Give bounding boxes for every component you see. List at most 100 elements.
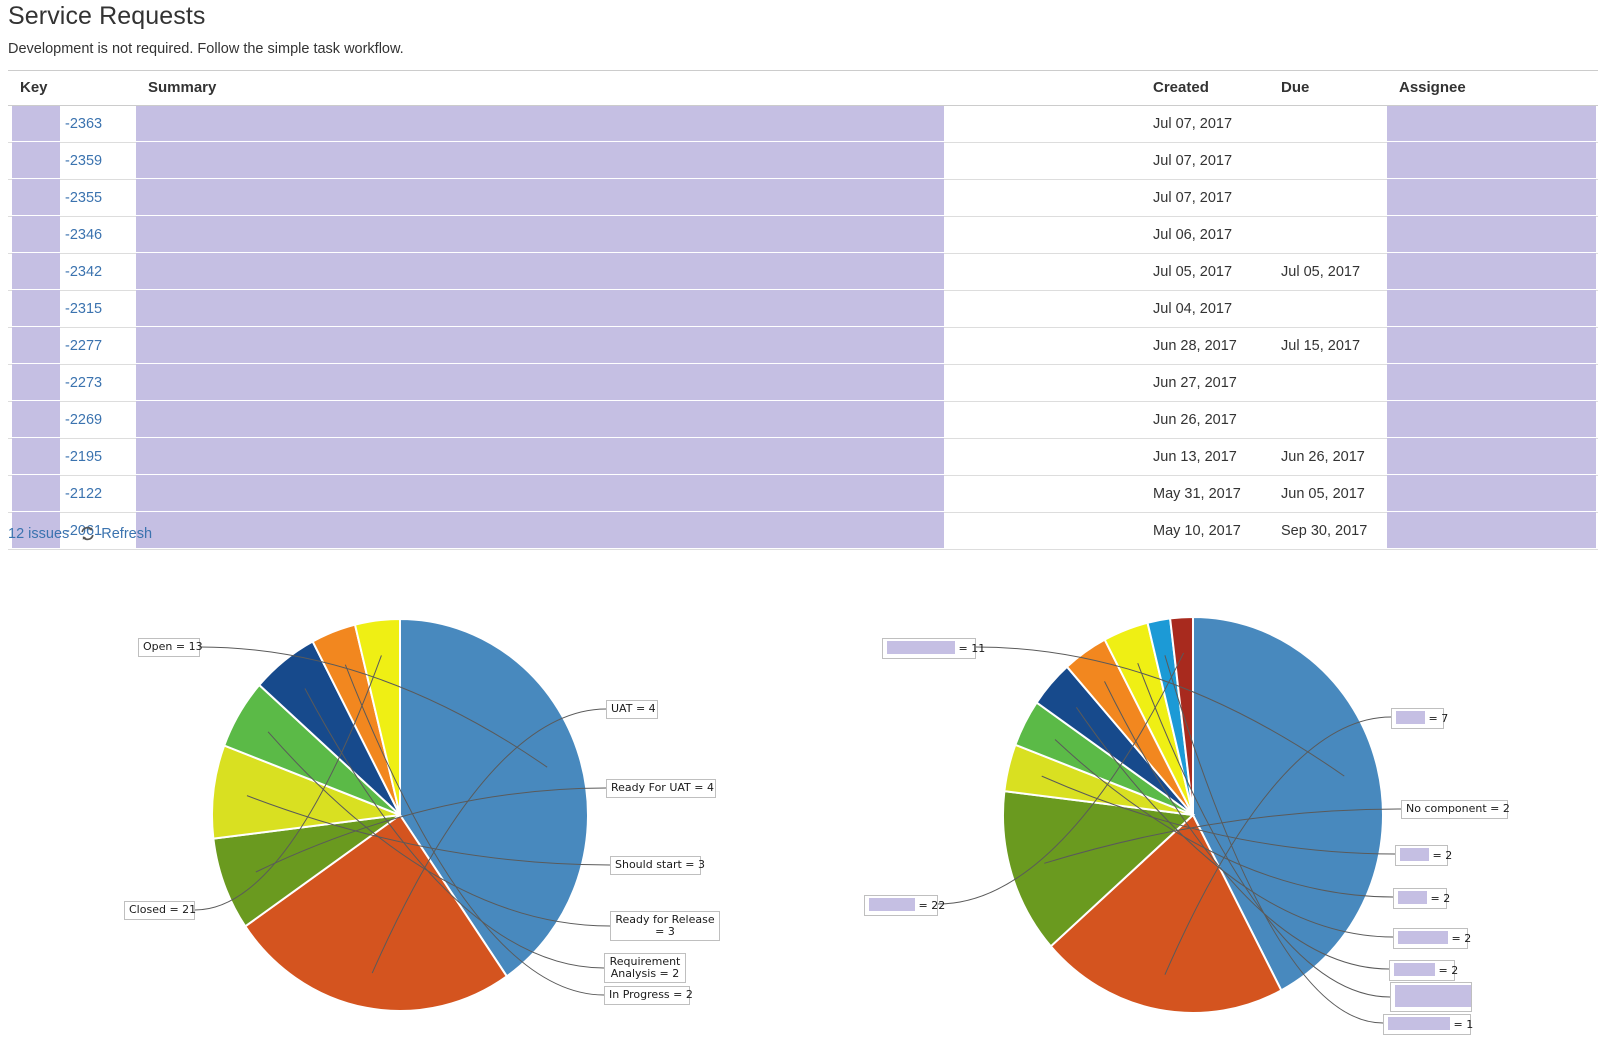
cell-summary[interactable] [136,216,1141,254]
cell-due [1269,364,1387,402]
cell-summary[interactable] [136,327,1141,365]
column-header-summary[interactable]: Summary [136,70,1141,106]
cell-due: Jun 05, 2017 [1269,475,1387,513]
cell-summary[interactable] [136,105,1141,143]
table-row[interactable]: -2342 Jul 05, 2017 Jul 05, 2017 [8,253,1598,291]
cell-key[interactable]: -2273 [8,364,136,402]
issue-key-link[interactable]: -2315 [65,301,102,317]
cell-summary[interactable] [136,438,1141,476]
cell-assignee [1387,327,1598,365]
cell-key[interactable]: -2359 [8,142,136,180]
cell-summary[interactable] [136,364,1141,402]
cell-summary[interactable] [136,179,1141,217]
redaction-block-key [12,253,60,289]
column-header-key[interactable]: Key [8,70,136,106]
cell-created: Jul 06, 2017 [1141,216,1269,254]
cell-due [1269,216,1387,254]
cell-key[interactable]: -2195 [8,438,136,476]
issue-key-link[interactable]: -2122 [65,486,102,502]
redaction-block-key [12,216,60,252]
redaction-block-summary [136,216,944,252]
cell-assignee [1387,216,1598,254]
issue-key-link[interactable]: -2277 [65,338,102,354]
pie-slice-label: Requirement Analysis = 2 [604,953,686,983]
redaction-block-assignee [1387,290,1596,326]
redaction-block-label [1388,1017,1450,1030]
pie-slice-label: Closed = 21 [124,901,196,920]
table-row[interactable]: -2355 Jul 07, 2017 [8,179,1598,217]
cell-created: Jul 07, 2017 [1141,179,1269,217]
pie-slice-label: Should start = 3 [610,856,705,875]
redaction-block-key [12,438,60,474]
issue-key-link[interactable]: -2355 [65,190,102,206]
refresh-icon [79,525,96,542]
redaction-block-summary [136,290,944,326]
cell-created: Jul 04, 2017 [1141,290,1269,328]
cell-created: Jun 28, 2017 [1141,327,1269,365]
cell-summary[interactable] [136,475,1141,513]
redaction-block-label [1394,963,1435,976]
pie-slice-label: = 2 [1393,928,1471,949]
cell-summary[interactable] [136,401,1141,439]
cell-key[interactable]: -2315 [8,290,136,328]
refresh-button[interactable]: Refresh [79,525,152,542]
issue-key-link[interactable]: -2363 [65,116,102,132]
issue-key-link[interactable]: -2359 [65,153,102,169]
cell-created: Jun 13, 2017 [1141,438,1269,476]
cell-summary[interactable] [136,512,1141,550]
pie-slice-label: = 22 [864,895,945,916]
redaction-block-summary [136,142,944,178]
issue-key-link[interactable]: -2346 [65,227,102,243]
table-row[interactable]: -2359 Jul 07, 2017 [8,142,1598,180]
table-row[interactable]: -2061 May 10, 2017 Sep 30, 2017 [8,512,1598,550]
cell-key[interactable]: -2346 [8,216,136,254]
pie-slice-label: Ready For UAT = 4 [606,779,716,798]
table-row[interactable]: -2315 Jul 04, 2017 [8,290,1598,328]
redaction-block-summary [136,438,944,474]
table-row[interactable]: -2273 Jun 27, 2017 [8,364,1598,402]
table-row[interactable]: -2277 Jun 28, 2017 Jul 15, 2017 [8,327,1598,365]
pie-slice-label: = 1 [1383,1014,1473,1035]
issues-table: Key Summary Created Due Assignee -2363 Ju… [8,70,1598,550]
service-requests-page: Service Requests Development is not requ… [0,0,1606,1052]
cell-assignee [1387,401,1598,439]
column-header-assignee[interactable]: Assignee [1387,70,1598,106]
redaction-block-label [869,898,915,911]
cell-key[interactable]: -2342 [8,253,136,291]
table-row[interactable]: -2363 Jul 07, 2017 [8,105,1598,143]
table-row[interactable]: -2346 Jul 06, 2017 [8,216,1598,254]
redaction-block-key [12,475,60,511]
cell-key[interactable]: -2363 [8,105,136,143]
issue-key-link[interactable]: -2342 [65,264,102,280]
redaction-block-key [12,179,60,215]
component-pie-chart: = 11 = 7 No component = 2 = 2 = 2 = 2 = 2… [803,600,1606,1052]
column-header-due[interactable]: Due [1269,70,1387,106]
redaction-block-assignee [1387,106,1596,141]
pie-slice-value: = 2 [1429,849,1453,862]
cell-summary[interactable] [136,290,1141,328]
cell-due: Jul 05, 2017 [1269,253,1387,291]
redaction-block-assignee [1387,142,1596,178]
cell-key[interactable]: -2277 [8,327,136,365]
cell-assignee [1387,290,1598,328]
pie-slices [1002,615,1384,1014]
issue-key-link[interactable]: -2273 [65,375,102,391]
cell-due [1269,179,1387,217]
cell-key[interactable]: -2355 [8,179,136,217]
cell-assignee [1387,105,1598,143]
cell-key[interactable]: -2122 [8,475,136,513]
cell-summary[interactable] [136,253,1141,291]
issue-key-link[interactable]: -2269 [65,412,102,428]
pie-slice-label: No component = 2 [1401,800,1510,819]
page-title: Service Requests [8,2,206,30]
issue-key-link[interactable]: -2195 [65,449,102,465]
table-row[interactable]: -2195 Jun 13, 2017 Jun 26, 2017 [8,438,1598,476]
pie-slice-label [1390,982,1472,1012]
cell-summary[interactable] [136,142,1141,180]
column-header-created[interactable]: Created [1141,70,1269,106]
table-row[interactable]: -2122 May 31, 2017 Jun 05, 2017 [8,475,1598,513]
table-row[interactable]: -2269 Jun 26, 2017 [8,401,1598,439]
status-pie-chart: Open = 13 UAT = 4 Ready For UAT = 4 Should … [0,600,803,1052]
cell-key[interactable]: -2269 [8,401,136,439]
redaction-block-assignee [1387,512,1596,548]
